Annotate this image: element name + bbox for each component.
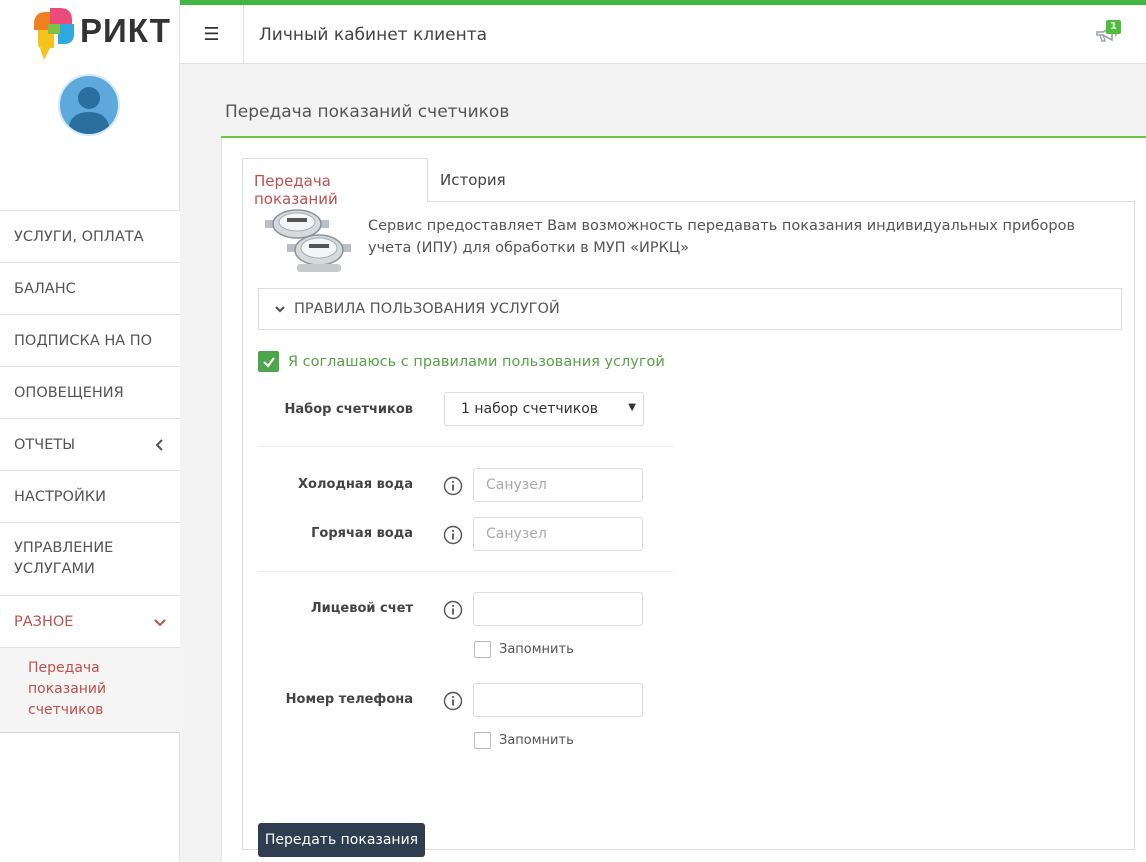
phone-label: Номер телефона bbox=[285, 692, 413, 707]
remember-label: Запомнить bbox=[499, 642, 574, 657]
divider bbox=[258, 571, 673, 572]
logo-mark-icon bbox=[34, 8, 74, 60]
page-header: Передача показаний счетчиков bbox=[221, 85, 1146, 138]
meter-set-label: Набор счетчиков bbox=[284, 402, 414, 417]
agree-label: Я соглашаюсь с правилами пользования усл… bbox=[288, 353, 665, 370]
chevron-down-icon bbox=[275, 306, 285, 313]
account-input[interactable] bbox=[473, 592, 643, 626]
sidebar-item-label: БАЛАНС bbox=[14, 280, 76, 297]
hot-water-label: Горячая вода bbox=[311, 526, 413, 541]
rules-label: ПРАВИЛА ПОЛЬЗОВАНИЯ УСЛУГОЙ bbox=[294, 301, 560, 317]
sidebar-item-label: РАЗНОЕ bbox=[14, 613, 74, 630]
sidebar-subnav: Передача показаний счетчиков bbox=[0, 648, 180, 733]
remember-account-row[interactable]: Запомнить bbox=[474, 641, 574, 658]
tabs: Передача показаний История bbox=[242, 158, 1135, 208]
service-description: Сервис предоставляет Вам возможность пер… bbox=[368, 218, 1076, 256]
sidebar-item-label: УСЛУГИ, ОПЛАТА bbox=[14, 228, 144, 245]
agree-checkbox-row[interactable]: Я соглашаюсь с правилами пользования усл… bbox=[258, 351, 665, 372]
info-icon[interactable] bbox=[443, 476, 463, 496]
sidebar-item-label: ОТЧЕТЫ bbox=[14, 436, 76, 453]
notification-badge: 1 bbox=[1106, 20, 1121, 34]
user-avatar-icon bbox=[68, 87, 110, 134]
phone-input[interactable] bbox=[473, 683, 643, 717]
sidebar-item-label: ПОДПИСКА НА ПО bbox=[14, 332, 153, 349]
cold-water-input[interactable] bbox=[473, 468, 643, 502]
form-card: Передача показаний История Сервис предос… bbox=[242, 158, 1135, 857]
tab-submit-readings[interactable]: Передача показаний bbox=[242, 158, 428, 208]
remember-phone-row[interactable]: Запомнить bbox=[474, 732, 574, 749]
meter-set-value: 1 набор счетчиков bbox=[461, 401, 599, 417]
sidebar-item-settings[interactable]: НАСТРОЙКИ bbox=[0, 471, 180, 523]
sidebar-item-reports[interactable]: ОТЧЕТЫ bbox=[0, 419, 180, 471]
account-label: Лицевой счет bbox=[310, 601, 413, 616]
info-icon[interactable] bbox=[443, 691, 463, 711]
page-title: Передача показаний счетчиков bbox=[225, 102, 510, 122]
sidebar-item-label: НАСТРОЙКИ bbox=[14, 488, 106, 505]
sidebar-item-notifications[interactable]: ОПОВЕЩЕНИЯ bbox=[0, 367, 180, 419]
info-icon[interactable] bbox=[443, 525, 463, 545]
rules-accordion[interactable]: ПРАВИЛА ПОЛЬЗОВАНИЯ УСЛУГОЙ bbox=[258, 288, 1122, 330]
menu-toggle-button[interactable]: ☰ bbox=[180, 5, 244, 64]
sidebar-item-services[interactable]: УСЛУГИ, ОПЛАТА bbox=[0, 211, 180, 263]
sidebar-item-balance[interactable]: БАЛАНС bbox=[0, 263, 180, 315]
main-panel: Передача показаний История Сервис предос… bbox=[221, 138, 1146, 862]
chevron-left-icon bbox=[155, 438, 163, 451]
water-meters-image bbox=[265, 209, 351, 272]
topbar: ☰ Личный кабинет клиента 1 bbox=[180, 0, 1146, 64]
hamburger-icon: ☰ bbox=[203, 24, 220, 45]
submit-readings-button[interactable]: Передать показания bbox=[258, 823, 425, 857]
remember-label: Запомнить bbox=[499, 733, 574, 748]
agree-checkbox[interactable] bbox=[258, 351, 279, 372]
divider bbox=[258, 446, 673, 447]
sidebar-item-misc[interactable]: РАЗНОЕ bbox=[0, 596, 180, 648]
info-icon[interactable] bbox=[443, 600, 463, 620]
remember-phone-checkbox[interactable] bbox=[474, 732, 491, 749]
tab-content: Сервис предоставляет Вам возможность пер… bbox=[242, 202, 1135, 857]
sidebar-subitem-meter-readings[interactable]: Передача показаний счетчиков bbox=[28, 658, 118, 721]
tab-history[interactable]: История bbox=[429, 158, 517, 203]
remember-account-checkbox[interactable] bbox=[474, 641, 491, 658]
checkmark-icon bbox=[262, 356, 275, 368]
sidebar-item-label: УПРАВЛЕНИЕ УСЛУГАМИ bbox=[14, 540, 114, 577]
chevron-down-icon bbox=[154, 618, 166, 626]
caret-down-icon: ▼ bbox=[628, 402, 636, 413]
logo[interactable]: РИКТ bbox=[30, 4, 170, 62]
sidebar-item-label: ОПОВЕЩЕНИЯ bbox=[14, 384, 124, 401]
topbar-title: Личный кабинет клиента bbox=[259, 25, 488, 45]
sidebar-item-service-management[interactable]: УПРАВЛЕНИЕ УСЛУГАМИ bbox=[0, 523, 180, 596]
avatar[interactable] bbox=[58, 74, 120, 136]
meter-set-select[interactable]: 1 набор счетчиков ▼ bbox=[444, 392, 644, 426]
logo-text: РИКТ bbox=[80, 12, 171, 49]
hot-water-input[interactable] bbox=[473, 517, 643, 551]
sidebar-item-subscription[interactable]: ПОДПИСКА НА ПО bbox=[0, 315, 180, 367]
sidebar-nav: УСЛУГИ, ОПЛАТА БАЛАНС ПОДПИСКА НА ПО ОПО… bbox=[0, 210, 180, 733]
cold-water-label: Холодная вода bbox=[298, 477, 413, 492]
sidebar: РИКТ УСЛУГИ, ОПЛАТА БАЛАНС ПОДПИСКА НА П… bbox=[0, 0, 180, 862]
